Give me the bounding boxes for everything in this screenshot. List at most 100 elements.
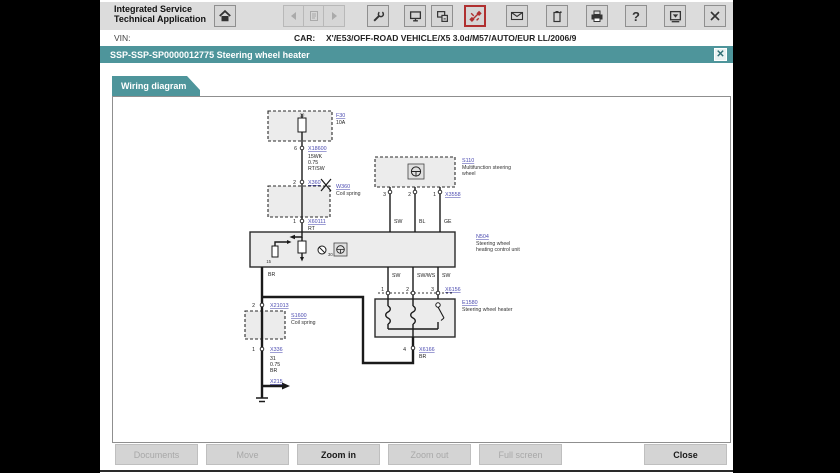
workshop-button[interactable] xyxy=(367,5,389,27)
measurement-button[interactable] xyxy=(546,5,568,27)
ground-ref-link-x215[interactable]: X215 xyxy=(270,379,283,385)
coil-spring-name: Coil spring xyxy=(336,191,361,197)
pin-number: 1 xyxy=(433,192,436,198)
zoom-in-button[interactable]: Zoom in xyxy=(297,444,380,465)
bottom-divider xyxy=(100,470,733,472)
fuse-rating: 10A xyxy=(336,120,346,126)
mail-icon xyxy=(510,11,524,21)
forward-button[interactable] xyxy=(323,5,345,27)
ctrl-resistor xyxy=(271,245,279,258)
car-value: X'/E53/OFF-ROAD VEHICLE/X5 3.0d/M57/AUTO… xyxy=(326,33,577,43)
pin-number: 2 xyxy=(406,287,409,293)
history-button[interactable] xyxy=(303,5,325,27)
full-screen-button[interactable]: Full screen xyxy=(479,444,562,465)
printer-icon xyxy=(591,10,603,22)
pin-number: 1 xyxy=(381,287,384,293)
coil-spring-link-lower[interactable]: S1600 xyxy=(291,313,307,319)
ground-symbol xyxy=(256,397,268,403)
wire-color: SW/WS xyxy=(417,273,436,279)
ctrl-fuse-element xyxy=(297,240,307,254)
connector-link-x6166[interactable]: X6166 xyxy=(419,347,435,353)
control-unit-box xyxy=(249,231,456,268)
app-title: Integrated Service Technical Application xyxy=(114,4,207,24)
wire-color: SW xyxy=(394,219,402,225)
wrench-icon xyxy=(372,10,384,22)
heater-link[interactable]: E1580 xyxy=(462,300,478,306)
wire-color-br: BR xyxy=(268,272,275,278)
back-button[interactable] xyxy=(283,5,305,27)
car-label: CAR: xyxy=(294,33,316,43)
ref-arrow-head xyxy=(282,382,290,390)
connection-button[interactable] xyxy=(464,5,486,27)
pin-number: 1 xyxy=(293,219,296,225)
close-document-button[interactable]: ✕ xyxy=(714,48,727,61)
fuse-terminal: 30 xyxy=(300,113,305,118)
left-black-bar xyxy=(0,0,100,473)
connector-link-x6156[interactable]: X6156 xyxy=(445,287,461,293)
connector-link-x21013[interactable]: X21013 xyxy=(270,303,289,309)
coil-spring-name-lower: Coil spring xyxy=(291,320,316,326)
connector-icon xyxy=(468,10,482,22)
move-button[interactable]: Move xyxy=(206,444,289,465)
display-icon xyxy=(409,10,421,21)
connector-link-x60111[interactable]: X60111 xyxy=(308,219,326,225)
mail-button[interactable] xyxy=(506,5,528,27)
coil-spring-link[interactable]: W360 xyxy=(336,184,350,190)
wire-color: BL xyxy=(419,219,425,225)
devices-icon xyxy=(436,10,448,22)
close-icon xyxy=(710,11,720,21)
terminal-15: 15 xyxy=(266,259,271,264)
wire-spec-3: RT/SW xyxy=(308,166,325,172)
vehicle-management-button[interactable] xyxy=(431,5,453,27)
minimize-icon xyxy=(669,10,681,22)
pin-number: 2 xyxy=(408,192,411,198)
wire-color-br: BR xyxy=(419,354,426,360)
wire-color: GE xyxy=(444,219,452,225)
document-title: SSP-SSP-SP0000012775 Steering wheel heat… xyxy=(110,50,310,60)
wire-spec-3: BR xyxy=(270,368,277,374)
fuse-id-link[interactable]: F30 xyxy=(336,113,345,119)
wiring-diagram: 30 F30 10A 6 X18600 15WK 0.75 RT/SW 2 X3… xyxy=(244,110,520,403)
minimize-button[interactable] xyxy=(664,5,686,27)
ctrl-link[interactable]: N504 xyxy=(476,234,489,240)
mfw-name-2: wheel xyxy=(462,171,476,177)
connector-link-x3558[interactable]: X3558 xyxy=(445,192,461,198)
ctrl-name-2: heating control unit xyxy=(476,247,520,253)
fuse-symbol xyxy=(297,117,307,133)
close-document-icon: ✕ xyxy=(716,49,725,60)
wire-color: SW xyxy=(392,273,400,279)
pin-number: 2 xyxy=(252,303,255,309)
terminal-30: 30 xyxy=(328,252,333,257)
connector-link-x336[interactable]: X336 xyxy=(270,347,283,353)
pin-number: 4 xyxy=(403,347,406,353)
close-app-button[interactable] xyxy=(704,5,726,27)
right-black-bar xyxy=(733,0,840,473)
vehicle-info-row: VIN: CAR: X'/E53/OFF-ROAD VEHICLE/X5 3.0… xyxy=(100,30,733,45)
coil-spring-lower-box xyxy=(244,310,286,340)
mfw-link[interactable]: S110 xyxy=(462,158,474,164)
home-button[interactable] xyxy=(214,5,236,27)
back-arrow-icon xyxy=(291,12,296,20)
vin-label: VIN: xyxy=(114,33,131,43)
documents-button[interactable]: Documents xyxy=(115,444,198,465)
pin-number: 1 xyxy=(252,347,255,353)
print-button[interactable] xyxy=(586,5,608,27)
help-button[interactable]: ? xyxy=(625,5,647,27)
tab-wiring-diagram[interactable]: Wiring diagram xyxy=(112,76,200,97)
home-icon xyxy=(219,9,231,22)
document-icon xyxy=(310,11,318,21)
heater-name: Steering wheel heater xyxy=(462,307,513,313)
close-button[interactable]: Close xyxy=(644,444,727,465)
zoom-out-button[interactable]: Zoom out xyxy=(388,444,471,465)
tab-label: Wiring diagram xyxy=(121,81,187,91)
heater-switch-pivot xyxy=(435,302,441,308)
document-title-bar: SSP-SSP-SP0000012775 Steering wheel heat… xyxy=(100,46,733,63)
forward-arrow-icon xyxy=(332,12,337,20)
pin-number: 2 xyxy=(293,180,296,186)
wire-color: SW xyxy=(442,273,450,279)
pin-number: 3 xyxy=(431,287,434,293)
connector-link-x360[interactable]: X360 xyxy=(308,180,321,186)
pin-number: 3 xyxy=(383,192,386,198)
connector-link-x18600[interactable]: X18600 xyxy=(308,146,327,152)
identification-button[interactable] xyxy=(404,5,426,27)
